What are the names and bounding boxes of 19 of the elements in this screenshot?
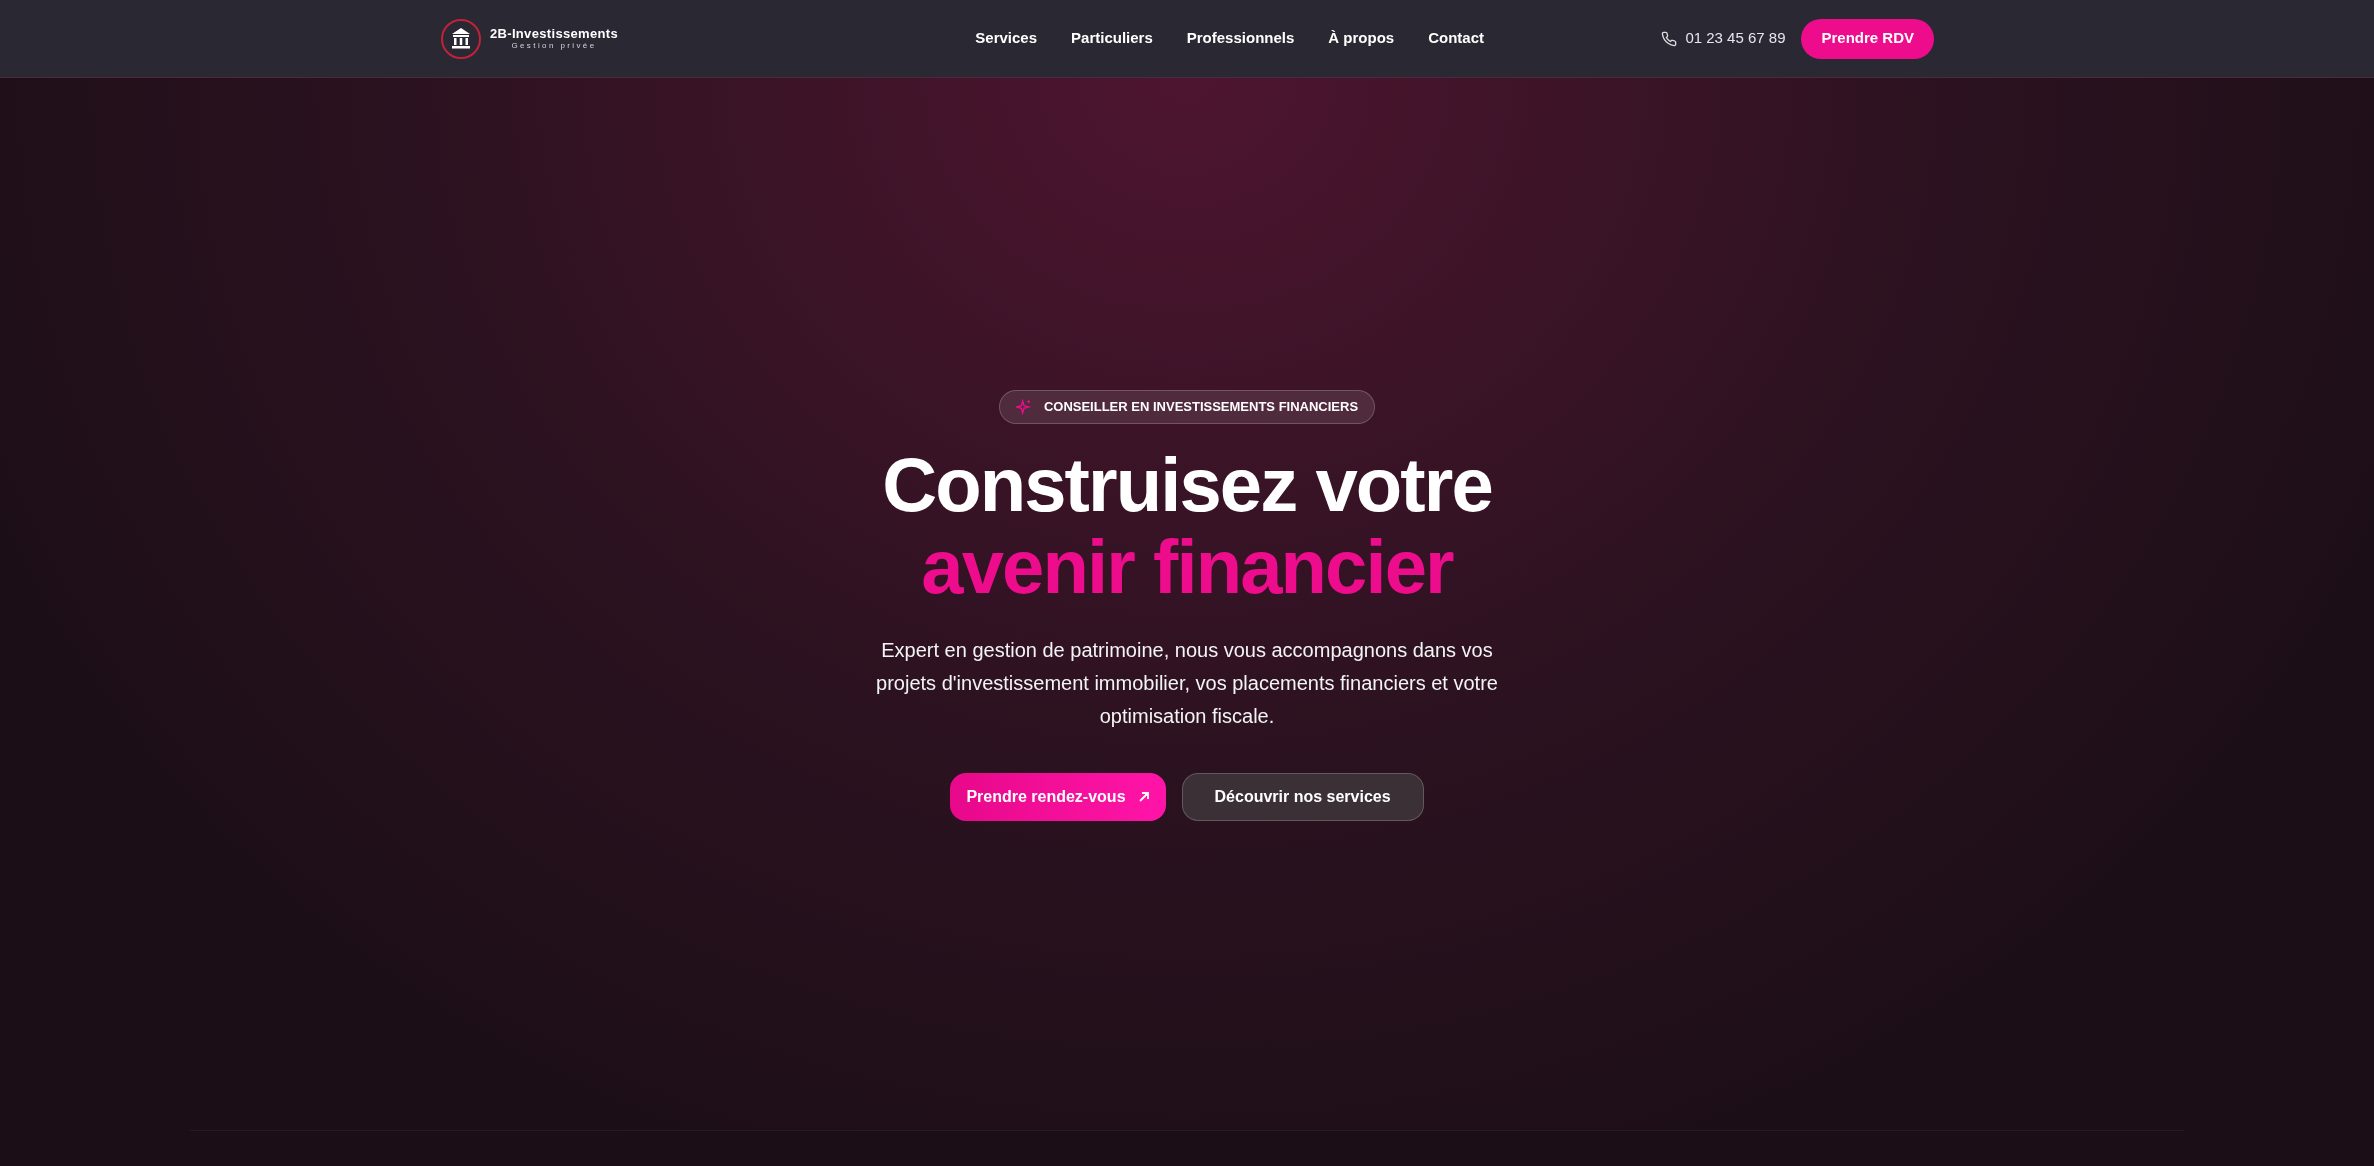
phone-icon: [1661, 30, 1678, 47]
nav-link[interactable]: Professionnels: [1186, 27, 1295, 50]
hero-title: Construisez votre: [882, 444, 1492, 526]
services-button[interactable]: Découvrir nos services: [1181, 773, 1424, 821]
brand-name: 2B-Investissements: [490, 27, 618, 40]
sparkle-icon: [1015, 399, 1032, 415]
bank-logo-icon: [440, 17, 482, 60]
book-appointment-button[interactable]: Prendre rendez-vous: [950, 773, 1166, 821]
appointment-button[interactable]: Prendre RDV: [1801, 18, 1934, 59]
hero-description: Expert en gestion de patrimoine, nous vous accompagnons dans vos projets d'investissement immobilier, vos placements financiers et votre optimisation fiscale.: [875, 638, 1499, 729]
hero-title-highlight: avenir financier: [921, 526, 1453, 608]
nav-link[interactable]: Particuliers: [1071, 27, 1153, 50]
brand-tagline: Gestion privée: [511, 42, 597, 50]
nav-link[interactable]: À propos: [1328, 27, 1395, 50]
category-badge: CONSEILLER EN INVESTISSEMENTS FINANCIERS: [998, 390, 1376, 424]
arrow-up-right-icon: [1137, 791, 1150, 803]
nav-link[interactable]: Services: [975, 27, 1038, 50]
nav-link[interactable]: Contact: [1428, 27, 1484, 50]
phone-number[interactable]: 01 23 45 67 89: [1685, 27, 1786, 50]
